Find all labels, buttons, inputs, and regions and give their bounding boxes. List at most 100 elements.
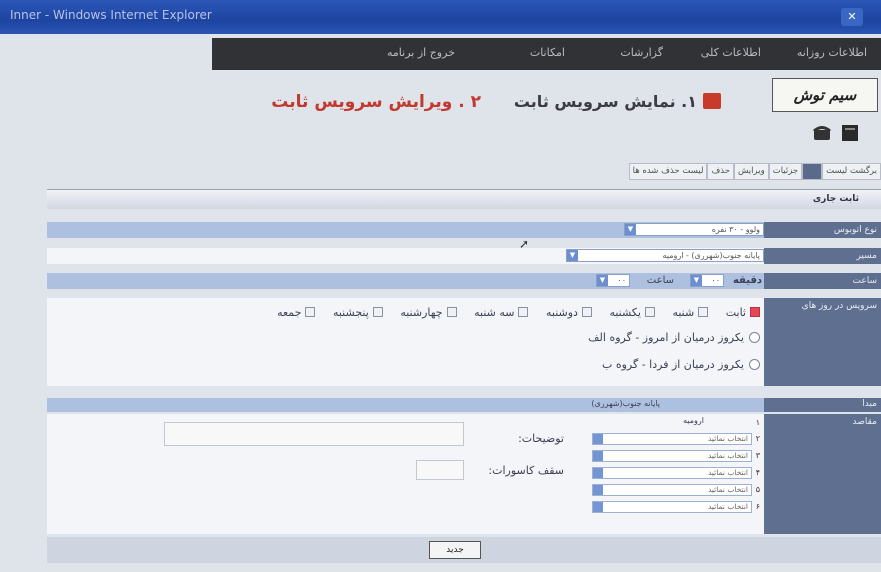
tab-current[interactable] <box>802 163 823 180</box>
submit-button[interactable]: جدید <box>429 541 481 559</box>
radio-group-a-label: یکروز درمیان از امروز - گروه الف <box>588 331 744 344</box>
show-fixed-label: ۱. نمایش سرویس ثابت <box>513 92 697 111</box>
time-row: ساعت دقیقه ۰۰ ▼ ساعت ۰۰ ▼ <box>47 273 881 289</box>
quota-label: سقف کاسورات: <box>488 464 564 477</box>
chevron-down-icon: ▼ <box>625 224 636 235</box>
tab-delete[interactable]: حذف <box>707 163 734 180</box>
day-fri[interactable]: جمعه <box>277 306 316 319</box>
description-label: توضیحات: <box>518 432 564 445</box>
minute-value: ۰۰ <box>711 276 720 285</box>
day-mon-label: دوشنبه <box>545 306 578 319</box>
toolbar-icons <box>808 124 859 146</box>
origin-value: پایانه جنوب(شهرری) <box>591 399 660 408</box>
dest-3-select[interactable]: انتخاب نمائید <box>592 450 752 462</box>
chevron-down-icon <box>593 468 603 478</box>
phone-icon[interactable] <box>812 124 832 146</box>
dest-4-select[interactable]: انتخاب نمائید <box>592 467 752 479</box>
radio-icon <box>749 359 760 370</box>
tab-details[interactable]: جزئیات <box>768 163 803 180</box>
direction-value: پایانه جنوب(شهرری) - ارومیه <box>662 251 761 260</box>
menu-general-info[interactable]: اطلاعات کلی <box>701 46 761 59</box>
dest-2-select[interactable]: انتخاب نمائید <box>592 433 752 445</box>
tab-edit[interactable]: ویرایش <box>733 163 769 180</box>
day-wed[interactable]: چهارشنبه <box>400 306 457 319</box>
menu-exit[interactable]: خروج از برنامه <box>387 46 455 59</box>
mouse-cursor-icon: ➚ <box>519 237 530 251</box>
day-sat[interactable]: شنبه <box>672 306 709 319</box>
checkbox-checked-icon <box>750 307 760 317</box>
minute-label: دقیقه <box>732 275 762 286</box>
day-mon[interactable]: دوشنبه <box>546 306 592 319</box>
day-tue[interactable]: سه شنبه <box>474 306 529 319</box>
chevron-down-icon <box>593 451 603 461</box>
day-thu-label: پنجشنبه <box>332 306 369 319</box>
menu-daily-info[interactable]: اطلاعات روزانه <box>797 46 867 59</box>
dest-6-value: انتخاب نمائید <box>707 502 748 511</box>
close-button[interactable]: ✕ <box>841 8 863 26</box>
app-logo: سیم توش <box>772 78 878 112</box>
day-fixed-label: ثابت <box>725 306 746 319</box>
time-field-bg: دقیقه ۰۰ ▼ ساعت ۰۰ ▼ <box>47 273 764 289</box>
tab-back-list[interactable]: برگشت لیست <box>822 163 881 180</box>
checkbox-icon <box>518 307 529 317</box>
checkbox-icon <box>581 307 592 317</box>
dest-5-select[interactable]: انتخاب نمائید <box>592 484 752 496</box>
page-title-show[interactable]: ۱. نمایش سرویس ثابت <box>514 92 721 111</box>
section-title: ثابت جاری <box>812 194 859 204</box>
chevron-down-icon <box>593 502 603 512</box>
radio-group-a[interactable]: یکروز درمیان از امروز - گروه الف <box>588 331 760 344</box>
origin-field-bg: پایانه جنوب(شهرری) <box>47 398 764 412</box>
hour-value: ۰۰ <box>617 276 626 285</box>
day-sat-label: شنبه <box>672 306 695 319</box>
dest-number: ۳ <box>755 451 760 460</box>
window-titlebar: Inner - Windows Internet Explorer ✕ <box>0 0 881 34</box>
time-label: ساعت <box>764 273 881 289</box>
menu-tools[interactable]: امکانات <box>530 46 565 59</box>
chevron-down-icon: ▼ <box>691 275 702 286</box>
menu-reports[interactable]: گزارشات <box>620 46 663 59</box>
day-thu[interactable]: پنجشنبه <box>333 306 383 319</box>
quota-input[interactable] <box>416 460 464 480</box>
day-fixed[interactable]: ثابت <box>726 306 760 319</box>
checkbox-icon <box>644 307 655 317</box>
origin-label: مبدا <box>764 398 881 412</box>
description-input[interactable] <box>164 422 464 446</box>
days-label: سرویس در روز های <box>764 298 881 386</box>
dest-number: ۱ <box>755 418 760 427</box>
direction-label: مسیر <box>764 248 881 264</box>
dest-number: ۶ <box>755 502 760 511</box>
chevron-down-icon: ▼ <box>597 275 608 286</box>
tab-deleted-list[interactable]: لیست حذف شده ها <box>628 163 708 180</box>
dest-number: ۲ <box>755 434 760 443</box>
day-sun[interactable]: یکشنبه <box>609 306 655 319</box>
direction-field-bg: پایانه جنوب(شهرری) - ارومیه ▼ <box>47 248 764 264</box>
page-title-edit[interactable]: ۲ . ویرایش سرویس ثابت <box>271 92 481 112</box>
checkbox-icon <box>446 307 457 317</box>
direction-row: مسیر پایانه جنوب(شهرری) - ارومیه ▼ <box>47 248 881 264</box>
checkbox-icon <box>698 307 709 317</box>
chevron-down-icon: ▼ <box>567 250 578 261</box>
minute-select[interactable]: ۰۰ ▼ <box>690 274 724 287</box>
document-icon[interactable] <box>841 124 859 146</box>
checkbox-icon <box>305 307 316 317</box>
checkbox-icon <box>372 307 383 317</box>
days-checkboxes: ثابت شنبه یکشنبه دوشنبه سه شنبه چهارشنبه… <box>277 306 760 319</box>
vehicle-value: ولوو - ۳۰ نفره <box>711 225 760 234</box>
dest-1-value: ارومیه <box>683 416 704 425</box>
dest-6-select[interactable]: انتخاب نمائید <box>592 501 752 513</box>
dest-number: ۵ <box>755 485 760 494</box>
radio-group-b-label: یکروز درمیان از فردا - گروه ب <box>601 358 744 371</box>
dest-5-value: انتخاب نمائید <box>707 485 748 494</box>
chevron-down-icon <box>593 485 603 495</box>
hour-select[interactable]: ۰۰ ▼ <box>596 274 630 287</box>
calendar-icon <box>703 93 721 109</box>
hour-label: ساعت <box>646 275 674 286</box>
destinations-field-bg: ۱ ارومیه ۲ انتخاب نمائید ۳ انتخاب نمائید… <box>47 414 764 534</box>
direction-select[interactable]: پایانه جنوب(شهرری) - ارومیه ▼ <box>566 249 764 262</box>
vehicle-select[interactable]: ولوو - ۳۰ نفره ▼ <box>624 223 764 236</box>
vehicle-label: نوع اتوبوس <box>764 222 881 238</box>
origin-row: مبدا پایانه جنوب(شهرری) <box>47 398 881 412</box>
dest-4-value: انتخاب نمائید <box>707 468 748 477</box>
vehicle-row: نوع اتوبوس ولوو - ۳۰ نفره ▼ <box>47 222 881 238</box>
radio-group-b[interactable]: یکروز درمیان از فردا - گروه ب <box>602 358 760 371</box>
